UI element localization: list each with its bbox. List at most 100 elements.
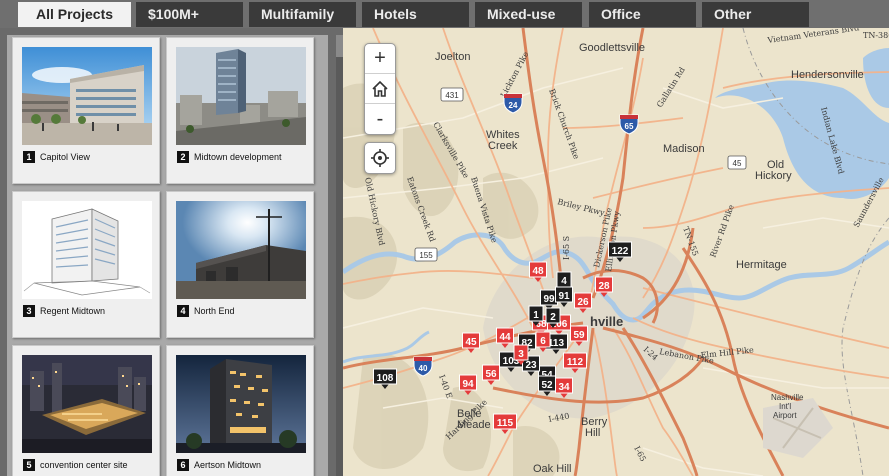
marker-pointer (501, 429, 509, 434)
marker-number: 112 (567, 357, 584, 368)
project-number-badge: 2 (177, 151, 189, 163)
project-list: 1 Capitol View 2 Midtown development 3 R… (7, 35, 328, 476)
map-label-madison: Madison (663, 143, 705, 155)
us-155-shield: 155 (414, 247, 438, 262)
project-card-2[interactable]: 2 Midtown development (166, 37, 314, 184)
project-card-6[interactable]: 6 Aertson Midtown (166, 345, 314, 476)
project-title: Midtown development (194, 152, 282, 162)
marker-number: 4 (561, 276, 567, 287)
road-label-lickton: Lickton Pike (499, 50, 531, 99)
project-thumbnail (176, 201, 306, 299)
project-card-5[interactable]: 5 convention center site (12, 345, 160, 476)
interstate-65-shield: 65 (619, 114, 639, 135)
marker-number: 6 (540, 336, 546, 347)
marker-number: 48 (532, 266, 544, 277)
marker-number: 108 (377, 373, 394, 384)
svg-text:431: 431 (445, 91, 459, 100)
project-card-4[interactable]: 4 North End (166, 191, 314, 338)
marker-number: 44 (499, 332, 511, 343)
map-label-hill: Hill (585, 427, 600, 439)
map-label-oak-hill: Oak Hill (533, 463, 572, 475)
interstate-24-shield: 24 (503, 93, 523, 114)
home-button[interactable] (365, 74, 395, 104)
marker-number: 94 (462, 379, 474, 390)
map-view[interactable]: Goodlettsville Joelton Hendersonville Wh… (343, 28, 889, 476)
map-label-creek: Creek (488, 140, 518, 152)
project-title: Regent Midtown (40, 306, 106, 316)
map-label-joelton: Joelton (435, 51, 470, 63)
project-title: Aertson Midtown (194, 460, 262, 470)
marker-number: 28 (598, 281, 610, 292)
svg-text:24: 24 (509, 101, 518, 110)
road-label-veterans: Vietnam Veterans Blvd (766, 28, 860, 45)
road-label-elm-hill: Elm Hill Pike (700, 345, 754, 360)
marker-pointer (467, 348, 475, 353)
marker-number: 1 (533, 310, 539, 321)
project-title: Capitol View (40, 152, 90, 162)
road-label-i40-w: I-40 E (437, 374, 454, 400)
home-icon (372, 80, 388, 97)
road-label-gallatin: Gallatin Rd (655, 66, 687, 110)
tab-mixed-use[interactable]: Mixed-use (475, 2, 582, 27)
us-45-shield: 45 (727, 155, 747, 170)
basemap: Goodlettsville Joelton Hendersonville Wh… (343, 28, 889, 476)
project-thumbnail (176, 47, 306, 145)
map-label-airport-1: Nashville (771, 393, 804, 402)
project-number-badge: 6 (177, 459, 189, 471)
project-sidebar: 1 Capitol View 2 Midtown development 3 R… (0, 28, 343, 476)
tab-all-projects[interactable]: All Projects (18, 2, 131, 27)
category-tab-bar: All Projects $100M+ Multifamily Hotels M… (0, 0, 889, 28)
tab-100m-plus[interactable]: $100M+ (136, 2, 243, 27)
road-label-brick-church: Brick Church Pike (547, 88, 581, 161)
project-number-badge: 1 (23, 151, 35, 163)
road-label-i65-n: I-65 S (562, 236, 571, 260)
marker-number: 52 (541, 380, 553, 391)
marker-number: 45 (465, 337, 477, 348)
project-title: North End (194, 306, 235, 316)
tab-hotels[interactable]: Hotels (362, 2, 469, 27)
marker-number: 99 (543, 294, 555, 305)
interstate-40-shield: 40 (413, 356, 433, 377)
marker-number: 2 (550, 312, 556, 323)
map-label-hermitage: Hermitage (736, 259, 787, 271)
marker-number: 91 (558, 291, 570, 302)
svg-text:155: 155 (419, 251, 433, 260)
project-number-badge: 3 (23, 305, 35, 317)
project-marker-56[interactable]: 56 (482, 364, 500, 385)
svg-text:65: 65 (625, 122, 634, 131)
map-label-airport-2: Int'l (779, 402, 791, 411)
tab-multifamily[interactable]: Multifamily (249, 2, 356, 27)
road-label-briley: Briley Pkwy (557, 197, 606, 218)
svg-text:40: 40 (419, 364, 428, 373)
tab-office[interactable]: Office (589, 2, 696, 27)
project-thumbnail (22, 47, 152, 145)
tab-other[interactable]: Other (702, 2, 809, 27)
project-thumbnail (22, 355, 152, 453)
road-label-i65-s: I-65 (632, 445, 647, 463)
project-title: convention center site (40, 460, 128, 470)
road-label-tn386: TN-386 (863, 31, 889, 40)
marker-number: 26 (577, 297, 589, 308)
map-label-airport-3: Airport (773, 411, 797, 420)
road-label-i440: I-440 (548, 411, 570, 424)
project-number-badge: 4 (177, 305, 189, 317)
marker-number: 115 (497, 418, 514, 429)
marker-number: 23 (525, 360, 537, 371)
zoom-out-button[interactable]: - (365, 104, 395, 134)
locate-icon (371, 149, 389, 167)
sidebar-scrollbar[interactable] (336, 35, 343, 476)
scrollbar-thumb[interactable] (336, 35, 343, 57)
app-root: All Projects $100M+ Multifamily Hotels M… (0, 0, 889, 476)
svg-text:45: 45 (733, 159, 742, 168)
map-label-hickory: Hickory (755, 170, 792, 182)
locate-button[interactable] (364, 142, 396, 174)
project-card-3[interactable]: 3 Regent Midtown (12, 191, 160, 338)
map-label-nashville: hville (590, 314, 623, 329)
marker-number: 3 (518, 349, 524, 360)
zoom-in-button[interactable]: + (365, 44, 395, 74)
marker-number: 34 (558, 382, 570, 393)
marker-pointer (487, 380, 495, 385)
project-thumbnail (22, 201, 152, 299)
road-label-tn155: TN-155 (681, 226, 700, 258)
project-card-1[interactable]: 1 Capitol View (12, 37, 160, 184)
